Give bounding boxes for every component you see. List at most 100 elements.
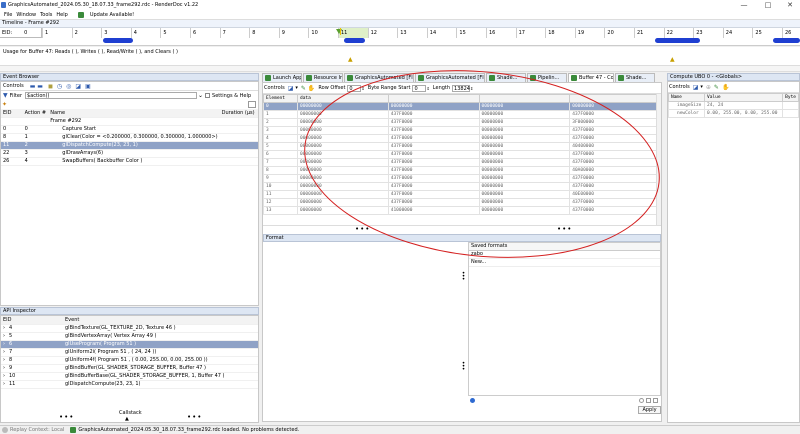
timeline-tick[interactable]: 24 bbox=[722, 28, 753, 38]
timeline-tick[interactable]: 9 bbox=[278, 28, 309, 38]
export-icon[interactable]: ✋ bbox=[722, 84, 729, 91]
ubo-row[interactable]: newColor 0.00, 255.00, 0.00, 255.00 bbox=[668, 109, 799, 118]
column-header[interactable]: Byte bbox=[782, 93, 799, 102]
maximize-button[interactable]: □ bbox=[760, 0, 776, 11]
timeline-tick[interactable]: 22 bbox=[663, 28, 694, 38]
update-available-link[interactable]: Update Available! bbox=[74, 11, 134, 18]
usage-marker[interactable] bbox=[655, 38, 700, 43]
timeline-tick[interactable]: 21 bbox=[634, 28, 664, 38]
timeline-tick[interactable]: 3 bbox=[101, 28, 131, 38]
timeline-tick[interactable]: 14 bbox=[426, 28, 457, 38]
splitter-dots-icon[interactable]: ••• bbox=[187, 414, 202, 421]
ubo-row[interactable]: imageSize 24, 24 bbox=[668, 101, 799, 110]
menu-tools[interactable]: Tools bbox=[40, 12, 52, 18]
timeline-tick[interactable]: 25 bbox=[752, 28, 782, 38]
timeline-tick[interactable]: 26 bbox=[782, 28, 800, 38]
find-icon[interactable]: ◎ bbox=[66, 83, 71, 90]
timeline-tick[interactable]: 20 bbox=[604, 28, 634, 38]
timeline-tick[interactable]: 6 bbox=[190, 28, 220, 38]
minimize-button[interactable]: — bbox=[736, 0, 752, 11]
column-header[interactable]: Name bbox=[48, 109, 220, 118]
timeline-tick[interactable]: 7 bbox=[219, 28, 250, 38]
menu-file[interactable]: File bbox=[4, 12, 12, 18]
column-header[interactable]: Event bbox=[63, 316, 258, 325]
column-header[interactable]: EID bbox=[1, 316, 63, 325]
clear-icon[interactable] bbox=[639, 398, 644, 403]
timeline-tick[interactable]: 12 bbox=[367, 28, 398, 38]
api-event-row[interactable]: › 11 glDispatchCompute(23, 23, 1) bbox=[1, 380, 258, 389]
column-header[interactable]: Action # bbox=[22, 109, 49, 118]
timeline-tick[interactable]: 13 bbox=[397, 28, 427, 38]
usage-marker[interactable] bbox=[103, 38, 133, 43]
filter-dropdown-chevron-down-icon[interactable]: ⌄ bbox=[198, 92, 203, 99]
timeline-tick[interactable]: 11 bbox=[338, 28, 368, 38]
event-row[interactable]: 11 2 glDispatchCompute(23, 23, 1) bbox=[1, 141, 258, 150]
menu-window[interactable]: Window bbox=[16, 12, 36, 18]
api-event-row[interactable]: › 4 glBindTexture(GL_TEXTURE_2D, Texture 4… bbox=[1, 324, 258, 333]
api-event-row[interactable]: › 7 glUniform2i( Program 51 , ( 24, 24 )) bbox=[1, 348, 258, 357]
info-icon[interactable] bbox=[470, 398, 475, 403]
column-header[interactable]: Duration (µs) bbox=[219, 109, 258, 118]
event-row[interactable]: 8 1 glClear(Color = <0.200000, 0.300000, 0… bbox=[1, 133, 258, 142]
event-row[interactable]: Frame #292 bbox=[1, 117, 258, 126]
timeline-tick[interactable]: 10 bbox=[308, 28, 338, 38]
api-event-row[interactable]: › 10 glBindBufferBase(GL_SHADER_STORAGE_BU… bbox=[1, 372, 258, 381]
timeline-tick[interactable]: 15 bbox=[456, 28, 486, 38]
dropdown-chevron-down-icon[interactable]: ▾ bbox=[295, 85, 298, 91]
maximize-panel-icon[interactable] bbox=[248, 101, 256, 108]
timeline-tick[interactable]: 4 bbox=[130, 28, 161, 38]
timeline-tick[interactable]: 1 bbox=[42, 28, 72, 38]
expand-chevron-icon[interactable]: › bbox=[3, 373, 5, 379]
expand-chevron-icon[interactable]: › bbox=[3, 341, 5, 347]
api-event-row[interactable]: › 8 glUniform4f( Program 51 , ( 0.00, 255.… bbox=[1, 356, 258, 365]
filter-input[interactable]: $action() bbox=[25, 92, 198, 99]
expand-chevron-icon[interactable]: › bbox=[3, 325, 5, 331]
callstack-arrow-icon[interactable]: ▲ bbox=[125, 416, 129, 422]
timeline-tick[interactable]: 18 bbox=[545, 28, 575, 38]
timer-icon[interactable]: ◷ bbox=[57, 83, 62, 90]
expand-chevron-icon[interactable]: › bbox=[3, 333, 5, 339]
splitter-dots-icon[interactable]: ••• bbox=[59, 414, 74, 421]
column-header[interactable]: Name bbox=[668, 93, 705, 102]
splitter-dots-icon[interactable]: ••• bbox=[461, 361, 467, 373]
splitter-dots-icon[interactable]: ••• bbox=[461, 271, 467, 283]
event-row[interactable]: 0 0 Capture Start bbox=[1, 125, 258, 134]
event-row[interactable]: 26 4 SwapBuffers( Backbuffer Color ) bbox=[1, 157, 258, 166]
timeline-tick[interactable]: 8 bbox=[249, 28, 279, 38]
timeline-tick[interactable]: 17 bbox=[515, 28, 546, 38]
settings-checkbox[interactable] bbox=[205, 93, 211, 98]
usage-marker[interactable] bbox=[773, 38, 800, 43]
save-icon[interactable]: ◪ bbox=[288, 85, 294, 92]
delete-icon[interactable] bbox=[646, 398, 651, 403]
apply-button[interactable]: Apply bbox=[638, 406, 661, 414]
menu-help[interactable]: Help bbox=[56, 12, 67, 18]
timeline-tick[interactable]: 23 bbox=[693, 28, 723, 38]
expand-chevron-icon[interactable]: › bbox=[3, 349, 5, 355]
dropdown-chevron-down-icon[interactable]: ▾ bbox=[700, 84, 703, 90]
expand-chevron-icon[interactable]: › bbox=[3, 365, 5, 371]
event-row[interactable]: 22 3 glDrawArrays(6) bbox=[1, 149, 258, 158]
save-icon[interactable]: ◪ bbox=[75, 83, 81, 90]
usage-marker[interactable] bbox=[344, 38, 365, 43]
export-icon[interactable]: ▣ bbox=[85, 83, 91, 90]
expand-all-icon[interactable]: ▬ ▬ bbox=[30, 83, 43, 90]
edit-icon[interactable]: ✎ bbox=[714, 84, 719, 91]
bookmark-icon[interactable]: ◼ bbox=[48, 83, 53, 90]
timeline-tick[interactable]: 2 bbox=[71, 28, 102, 38]
save-format-icon[interactable] bbox=[653, 398, 658, 403]
api-event-row[interactable]: › 5 glBindVertexArray( Vertex Array 49 ) bbox=[1, 332, 258, 341]
replay-context-label[interactable]: Replay Context: Local bbox=[10, 426, 64, 434]
api-event-row[interactable]: › 9 glBindBuffer(GL_SHADER_STORAGE_BUFFER,… bbox=[1, 364, 258, 373]
bookmark-star-icon[interactable]: ✦ bbox=[2, 101, 7, 108]
timeline-tick[interactable]: 5 bbox=[160, 28, 190, 38]
pin-icon[interactable]: ⊕ bbox=[706, 84, 711, 91]
timeline-tick[interactable]: 16 bbox=[486, 28, 516, 38]
expand-chevron-icon[interactable]: › bbox=[3, 381, 5, 387]
grid-column-header[interactable]: Element bbox=[263, 94, 298, 103]
column-header[interactable]: EID bbox=[1, 109, 23, 118]
timeline-tick[interactable]: 19 bbox=[574, 28, 605, 38]
save-icon[interactable]: ◪ bbox=[693, 84, 699, 91]
api-event-row[interactable]: › 6 glUseProgram( Program 51 ) bbox=[1, 340, 258, 349]
close-button[interactable]: ✕ bbox=[782, 0, 798, 11]
column-header[interactable]: Value bbox=[703, 93, 784, 102]
